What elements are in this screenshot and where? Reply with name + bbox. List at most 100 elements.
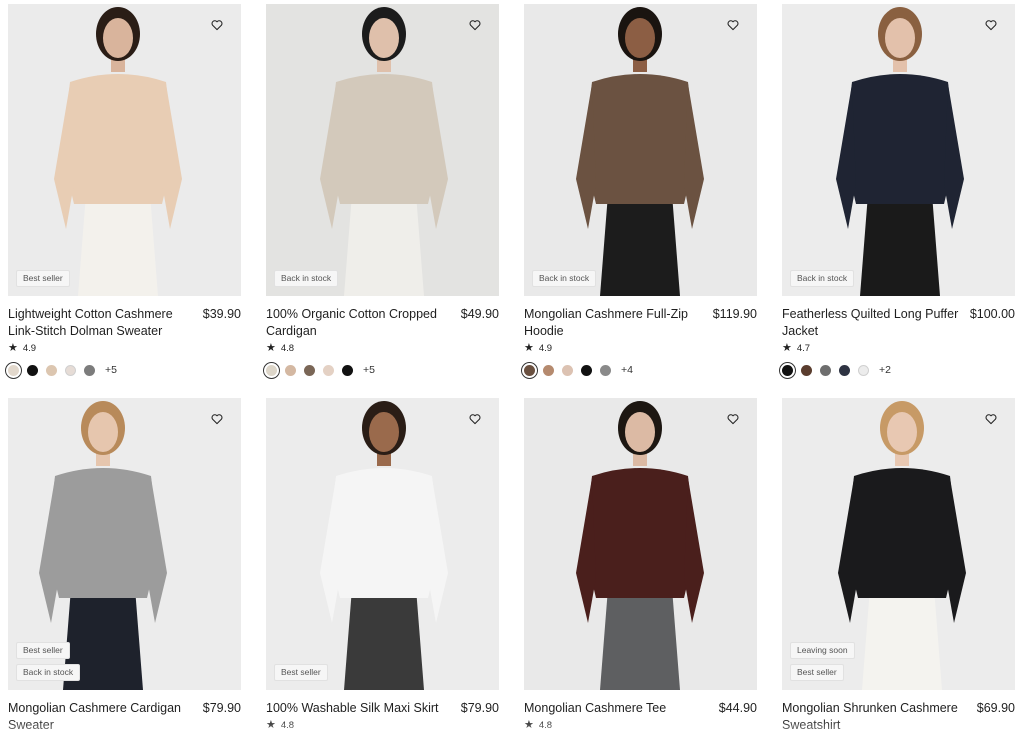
product-name[interactable]: Featherless Quilted Long Puffer Jacket xyxy=(782,306,967,340)
badge-group: Best seller xyxy=(274,664,328,681)
more-colors-count[interactable]: +2 xyxy=(879,364,891,376)
product-card[interactable]: Leaving soon Best seller Mongolian Shrunke… xyxy=(782,398,1015,734)
star-icon: ★ xyxy=(266,342,276,354)
product-badge: Back in stock xyxy=(790,270,855,287)
product-photo xyxy=(266,398,499,690)
product-rating: ★ 4.9 xyxy=(524,342,757,355)
product-name[interactable]: Mongolian Cashmere Full-Zip Hoodie xyxy=(524,306,709,340)
product-image[interactable]: Back in stock xyxy=(524,4,757,296)
color-swatch[interactable] xyxy=(304,364,315,376)
product-price: $100.00 xyxy=(969,307,1015,321)
rating-value: 4.7 xyxy=(796,343,811,354)
product-image[interactable]: Leaving soon Best seller xyxy=(782,398,1015,690)
color-swatch[interactable] xyxy=(65,364,76,376)
more-colors-count[interactable]: +5 xyxy=(363,364,375,376)
color-swatch[interactable] xyxy=(820,364,831,376)
wishlist-heart-icon[interactable] xyxy=(984,18,998,32)
product-rating: ★ 4.7 xyxy=(782,342,1015,355)
product-info: Lightweight Cotton Cashmere Link-Stitch … xyxy=(8,306,241,340)
wishlist-heart-icon[interactable] xyxy=(210,18,224,32)
color-swatch[interactable] xyxy=(285,364,296,376)
product-row: Best seller Back in stock Mongolian Cashme… xyxy=(8,398,1018,734)
color-swatch[interactable] xyxy=(8,364,19,376)
color-swatches: +5 xyxy=(266,364,499,376)
more-colors-count[interactable]: +4 xyxy=(621,364,633,376)
product-name[interactable]: 100% Washable Silk Maxi Skirt xyxy=(266,700,451,717)
product-price: $44.90 xyxy=(718,701,757,715)
product-image[interactable]: Back in stock xyxy=(266,4,499,296)
product-info: Mongolian Cashmere Cardigan Sweater $79.9… xyxy=(8,700,241,734)
product-price: $79.90 xyxy=(460,701,499,715)
product-badge: Back in stock xyxy=(274,270,339,287)
product-card[interactable]: Best seller 100% Washable Silk Maxi Skirt… xyxy=(266,398,499,734)
badge-group: Leaving soon Best seller xyxy=(790,642,855,681)
product-image[interactable]: Best seller xyxy=(266,398,499,690)
product-photo xyxy=(266,4,499,296)
product-card[interactable]: Best seller Back in stock Mongolian Cashme… xyxy=(8,398,241,734)
badge-group: Back in stock xyxy=(274,270,339,287)
color-swatch[interactable] xyxy=(839,364,850,376)
color-swatch[interactable] xyxy=(600,364,611,376)
product-row: Best seller Lightweight Cotton Cashmere L… xyxy=(8,4,1018,376)
product-name[interactable]: Mongolian Cashmere Cardigan Sweater xyxy=(8,700,193,734)
color-swatch[interactable] xyxy=(323,364,334,376)
wishlist-heart-icon[interactable] xyxy=(210,412,224,426)
color-swatch[interactable] xyxy=(342,364,353,376)
product-rating: ★ 4.9 xyxy=(8,342,241,355)
product-name[interactable]: Mongolian Cashmere Tee xyxy=(524,700,709,717)
color-swatch[interactable] xyxy=(266,364,277,376)
product-name[interactable]: Lightweight Cotton Cashmere Link-Stitch … xyxy=(8,306,193,340)
color-swatch[interactable] xyxy=(581,364,592,376)
color-swatch[interactable] xyxy=(543,364,554,376)
star-icon: ★ xyxy=(266,719,276,731)
product-price: $39.90 xyxy=(202,307,241,321)
product-image[interactable]: Best seller Back in stock xyxy=(8,398,241,690)
product-card[interactable]: Back in stock 100% Organic Cotton Cropped… xyxy=(266,4,499,376)
color-swatch[interactable] xyxy=(801,364,812,376)
product-info: Mongolian Cashmere Full-Zip Hoodie $119.9… xyxy=(524,306,757,340)
rating-value: 4.8 xyxy=(280,720,295,731)
wishlist-heart-icon[interactable] xyxy=(726,18,740,32)
product-card[interactable]: Back in stock Mongolian Cashmere Full-Zip… xyxy=(524,4,757,376)
product-price: $49.90 xyxy=(460,307,499,321)
color-swatch[interactable] xyxy=(524,364,535,376)
wishlist-heart-icon[interactable] xyxy=(726,412,740,426)
product-name[interactable]: 100% Organic Cotton Cropped Cardigan xyxy=(266,306,451,340)
product-price: $79.90 xyxy=(202,701,241,715)
product-card[interactable]: Back in stock Featherless Quilted Long Pu… xyxy=(782,4,1015,376)
product-price: $119.90 xyxy=(712,307,757,321)
product-image[interactable] xyxy=(524,398,757,690)
color-swatch[interactable] xyxy=(84,364,95,376)
product-card[interactable]: Best seller Lightweight Cotton Cashmere L… xyxy=(8,4,241,376)
product-badge: Back in stock xyxy=(532,270,597,287)
rating-value: 4.8 xyxy=(280,343,295,354)
star-icon: ★ xyxy=(8,342,18,354)
product-info: 100% Washable Silk Maxi Skirt $79.90 xyxy=(266,700,499,717)
star-icon: ★ xyxy=(524,342,534,354)
color-swatch[interactable] xyxy=(27,364,38,376)
wishlist-heart-icon[interactable] xyxy=(468,412,482,426)
product-info: Mongolian Cashmere Tee $44.90 xyxy=(524,700,757,717)
color-swatch[interactable] xyxy=(782,364,793,376)
product-photo xyxy=(8,4,241,296)
rating-value: 4.8 xyxy=(538,720,553,731)
more-colors-count[interactable]: +5 xyxy=(105,364,117,376)
badge-group: Best seller xyxy=(16,270,70,287)
color-swatch[interactable] xyxy=(46,364,57,376)
color-swatch[interactable] xyxy=(858,364,869,376)
rating-value: 4.9 xyxy=(538,343,553,354)
wishlist-heart-icon[interactable] xyxy=(984,412,998,426)
product-badge: Best seller xyxy=(16,270,70,287)
product-image[interactable]: Back in stock xyxy=(782,4,1015,296)
star-icon: ★ xyxy=(524,719,534,731)
rating-value: 4.9 xyxy=(22,343,37,354)
product-info: 100% Organic Cotton Cropped Cardigan $49.… xyxy=(266,306,499,340)
product-card[interactable]: Mongolian Cashmere Tee $44.90 ★ 4.8 xyxy=(524,398,757,734)
product-name[interactable]: Mongolian Shrunken Cashmere Sweatshirt xyxy=(782,700,967,734)
color-swatches: +4 xyxy=(524,364,757,376)
star-icon: ★ xyxy=(782,342,792,354)
product-image[interactable]: Best seller xyxy=(8,4,241,296)
color-swatch[interactable] xyxy=(562,364,573,376)
wishlist-heart-icon[interactable] xyxy=(468,18,482,32)
color-swatches: +2 xyxy=(782,364,1015,376)
